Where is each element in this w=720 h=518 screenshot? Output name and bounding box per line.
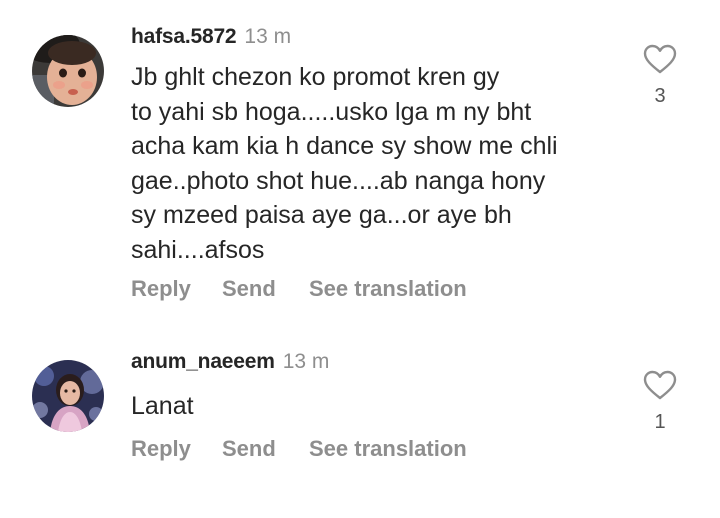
comment-text: Lanat (131, 389, 631, 424)
comment-line: Jb ghlt chezon ko promot kren gy (131, 63, 500, 91)
comments-list: hafsa.5872 13 m Jb ghlt chezon ko promot … (0, 0, 720, 518)
heart-icon[interactable] (643, 370, 677, 400)
reply-button[interactable]: Reply (131, 276, 191, 301)
timestamp: 13 m (282, 350, 330, 373)
comment-line: to yahi sb hoga.....usko lga m ny bht (131, 97, 532, 126)
send-button[interactable]: Send (222, 435, 276, 463)
comment-line: sy mzeed paisa aye ga...or aye bh (131, 201, 512, 229)
see-translation-button[interactable]: See translation (309, 275, 467, 303)
send-button[interactable]: Send (222, 275, 276, 303)
comment-actions: Reply Send See translation (131, 275, 467, 303)
username[interactable]: hafsa.5872 (131, 25, 237, 48)
comment-meta: hafsa.5872 13 m (131, 24, 291, 50)
heart-icon[interactable] (643, 44, 677, 74)
avatar[interactable] (32, 360, 104, 432)
comment-actions: Reply Send See translation (131, 435, 467, 463)
comment-line: gae..photo shot hue....ab nanga hony (131, 166, 546, 195)
username[interactable]: anum_naeeem (131, 350, 275, 373)
comment-line: acha kam kia h dance sy show me chli (131, 132, 558, 160)
like-control: 1 (641, 370, 679, 434)
comment-meta: anum_naeeem 13 m (131, 349, 329, 375)
child-avatar-icon (32, 35, 104, 107)
girl-avatar-icon (32, 360, 104, 432)
comment-text: Jb ghlt chezon ko promot kren gy to yahi… (131, 60, 631, 267)
reply-button[interactable]: Reply (131, 436, 191, 461)
see-translation-button[interactable]: See translation (309, 435, 467, 463)
comment-line: sahi....afsos (131, 235, 265, 264)
like-control: 3 (641, 44, 679, 108)
avatar[interactable] (32, 35, 104, 107)
like-count: 1 (654, 411, 666, 433)
timestamp: 13 m (244, 25, 292, 48)
comment-line: Lanat (131, 392, 194, 420)
like-count: 3 (654, 85, 666, 107)
